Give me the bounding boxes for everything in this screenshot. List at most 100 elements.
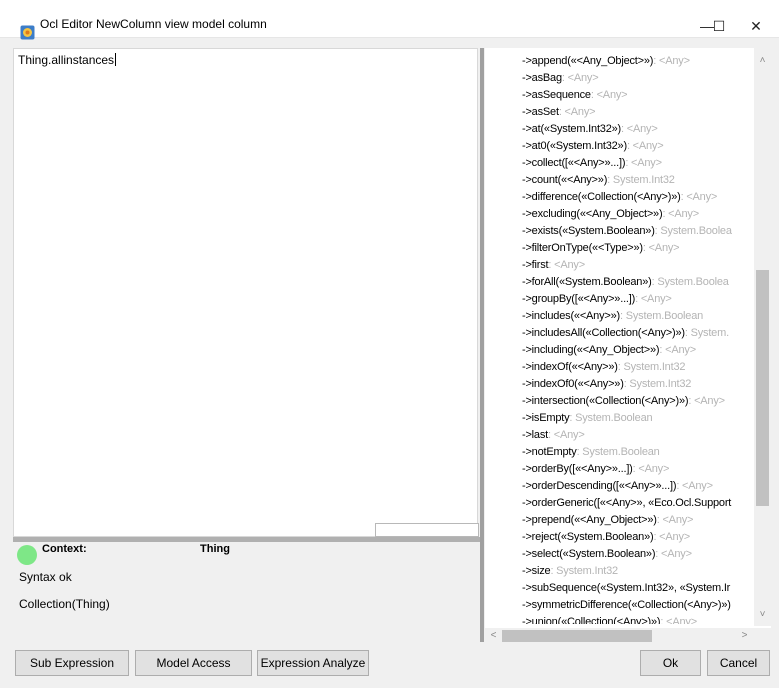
expression-editor[interactable]: Thing.allinstances — [13, 48, 479, 537]
completion-item-name: ->asSet — [522, 106, 559, 118]
completion-item-type: System.Int32 — [556, 565, 618, 577]
completion-item-name: ->orderDescending([«<Any>»...]) — [522, 480, 677, 492]
completion-item-name: ->orderBy([«<Any>»...]) — [522, 463, 633, 475]
completion-item-type: <Any> — [694, 395, 725, 407]
vertical-scroll-thumb[interactable] — [756, 270, 769, 506]
completion-item-name: ->intersection(«Collection(<Any>)») — [522, 395, 689, 407]
completion-item-name: ->difference(«Collection(<Any>)») — [522, 191, 681, 203]
completion-item[interactable]: ->isEmpty: System.Boolean — [522, 410, 754, 427]
completion-item-name: ->select(«System.Boolean») — [522, 548, 656, 560]
completion-item[interactable]: ->notEmpty: System.Boolean — [522, 444, 754, 461]
horizontal-splitter[interactable] — [13, 537, 480, 542]
completion-item[interactable]: ->at0(«System.Int32»): <Any> — [522, 138, 754, 155]
completion-item-type: System.Boolean — [582, 446, 660, 458]
completion-item[interactable]: ->orderDescending([«<Any>»...]): <Any> — [522, 478, 754, 495]
completion-items[interactable]: ->append(«<Any_Object>»): <Any> ->asBag: … — [522, 53, 754, 624]
expression-analyze-button[interactable]: Expression Analyze — [257, 650, 369, 676]
scroll-down-icon[interactable]: ˅ — [754, 606, 771, 623]
vertical-splitter[interactable] — [480, 48, 484, 642]
completion-item[interactable]: ->indexOf(«<Any>»): System.Int32 — [522, 359, 754, 376]
completion-item-type: <Any> — [564, 106, 596, 118]
completion-item[interactable]: ->exists(«System.Boolean»): System.Boole… — [522, 223, 754, 240]
sub-expression-button[interactable]: Sub Expression — [15, 650, 129, 676]
completion-item-type: <Any> — [662, 514, 694, 526]
completion-item-name: ->size — [522, 565, 551, 577]
completion-item-type: System. — [690, 327, 730, 339]
completion-list[interactable]: ->append(«<Any_Object>»): <Any> ->asBag: … — [485, 48, 771, 644]
completion-item[interactable]: ->subSequence(«System.Int32», «System.Ir — [522, 580, 754, 597]
completion-item[interactable]: ->intersection(«Collection(<Any>)»): <An… — [522, 393, 754, 410]
completion-item[interactable]: ->first: <Any> — [522, 257, 754, 274]
completion-item-name: ->includesAll(«Collection(<Any>)») — [522, 327, 685, 339]
cancel-button[interactable]: Cancel — [707, 650, 770, 676]
completion-item-name: ->reject(«System.Boolean») — [522, 531, 654, 543]
completion-item-type: <Any> — [666, 616, 697, 624]
vertical-scrollbar[interactable]: ˄ ˅ — [754, 48, 771, 626]
completion-item-type: <Any> — [553, 429, 585, 441]
completion-item[interactable]: ->indexOf0(«<Any>»): System.Int32 — [522, 376, 754, 393]
horizontal-scrollbar[interactable]: < > — [485, 628, 771, 644]
completion-item[interactable]: ->includesAll(«Collection(<Any>)»): Syst… — [522, 325, 754, 342]
completion-item-name: ->forAll(«System.Boolean») — [522, 276, 652, 288]
completion-item[interactable]: ->count(«<Any>»): System.Int32 — [522, 172, 754, 189]
completion-item-type: <Any> — [632, 140, 664, 152]
completion-item-name: ->last — [522, 429, 549, 441]
completion-item[interactable]: ->symmetricDifference(«Collection(<Any>)… — [522, 597, 754, 614]
completion-item[interactable]: ->orderBy([«<Any>»...]): <Any> — [522, 461, 754, 478]
completion-item-name: ->filterOnType(«<Type>») — [522, 242, 643, 254]
completion-item[interactable]: ->reject(«System.Boolean»): <Any> — [522, 529, 754, 546]
completion-item[interactable]: ->last: <Any> — [522, 427, 754, 444]
completion-item[interactable]: ->size: System.Int32 — [522, 563, 754, 580]
scroll-left-icon[interactable]: < — [485, 628, 502, 644]
close-button[interactable]: ✕ — [733, 14, 779, 38]
completion-item-type: <Any> — [626, 123, 658, 135]
completion-item[interactable]: ->prepend(«<Any_Object>»): <Any> — [522, 512, 754, 529]
completion-item-type: <Any> — [682, 480, 713, 492]
completion-item[interactable]: ->asBag: <Any> — [522, 70, 754, 87]
completion-item-name: ->isEmpty — [522, 412, 570, 424]
completion-item[interactable]: ->difference(«Collection(<Any>)»): <Any> — [522, 189, 754, 206]
completion-item[interactable]: ->collect([«<Any>»...]): <Any> — [522, 155, 754, 172]
completion-item-type: System.Int32 — [623, 361, 686, 373]
completion-item-name: ->union(«Collection(<Any>)») — [522, 616, 661, 624]
completion-item-type: <Any> — [631, 157, 662, 169]
context-label: Context: — [42, 543, 87, 555]
completion-item-name: ->including(«<Any_Object>») — [522, 344, 660, 356]
completion-item-name: ->includes(«<Any>») — [522, 310, 621, 322]
editor-scroll-field[interactable] — [375, 523, 479, 537]
completion-item[interactable]: ->at(«System.Int32»): <Any> — [522, 121, 754, 138]
completion-item[interactable]: ->forAll(«System.Boolean»): System.Boole… — [522, 274, 754, 291]
expression-text-line: Thing.allinstances — [18, 53, 117, 67]
completion-item-type: <Any> — [668, 208, 699, 220]
completion-item-type: System.Boolean — [625, 310, 704, 322]
completion-item[interactable]: ->select(«System.Boolean»): <Any> — [522, 546, 754, 563]
ok-button[interactable]: Ok — [640, 650, 701, 676]
completion-item[interactable]: ->includes(«<Any>»): System.Boolean — [522, 308, 754, 325]
completion-item[interactable]: ->including(«<Any_Object>»): <Any> — [522, 342, 754, 359]
result-type: Collection(Thing) — [19, 597, 110, 611]
context-value: Thing — [200, 543, 230, 555]
completion-item[interactable]: ->append(«<Any_Object>»): <Any> — [522, 53, 754, 70]
completion-item-name: ->indexOf(«<Any>») — [522, 361, 618, 373]
status-indicator — [17, 545, 37, 565]
horizontal-scroll-thumb[interactable] — [502, 630, 652, 642]
text-caret — [115, 53, 117, 66]
completion-item-type: <Any> — [661, 548, 692, 560]
window-title: Ocl Editor NewColumn view model column — [40, 17, 267, 31]
completion-item[interactable]: ->asSet: <Any> — [522, 104, 754, 121]
completion-item-name: ->symmetricDifference(«Collection(<Any>)… — [522, 599, 731, 611]
completion-item[interactable]: ->excluding(«<Any_Object>»): <Any> — [522, 206, 754, 223]
completion-item-type: <Any> — [596, 89, 628, 101]
completion-item[interactable]: ->groupBy([«<Any>»...]): <Any> — [522, 291, 754, 308]
completion-item[interactable]: ->union(«Collection(<Any>)»): <Any> — [522, 614, 754, 624]
completion-item-name: ->prepend(«<Any_Object>») — [522, 514, 657, 526]
scroll-right-icon[interactable]: > — [736, 628, 753, 644]
completion-item[interactable]: ->orderGeneric([«<Any>», «Eco.Ocl.Suppor… — [522, 495, 754, 512]
model-access-button[interactable]: Model Access — [135, 650, 252, 676]
completion-item[interactable]: ->asSequence: <Any> — [522, 87, 754, 104]
completion-item-name: ->groupBy([«<Any>»...]) — [522, 293, 636, 305]
completion-item-type: <Any> — [659, 55, 690, 67]
scroll-up-icon[interactable]: ˄ — [754, 52, 771, 69]
expression-text: Thing.allinstances — [18, 53, 115, 67]
completion-item[interactable]: ->filterOnType(«<Type>»): <Any> — [522, 240, 754, 257]
